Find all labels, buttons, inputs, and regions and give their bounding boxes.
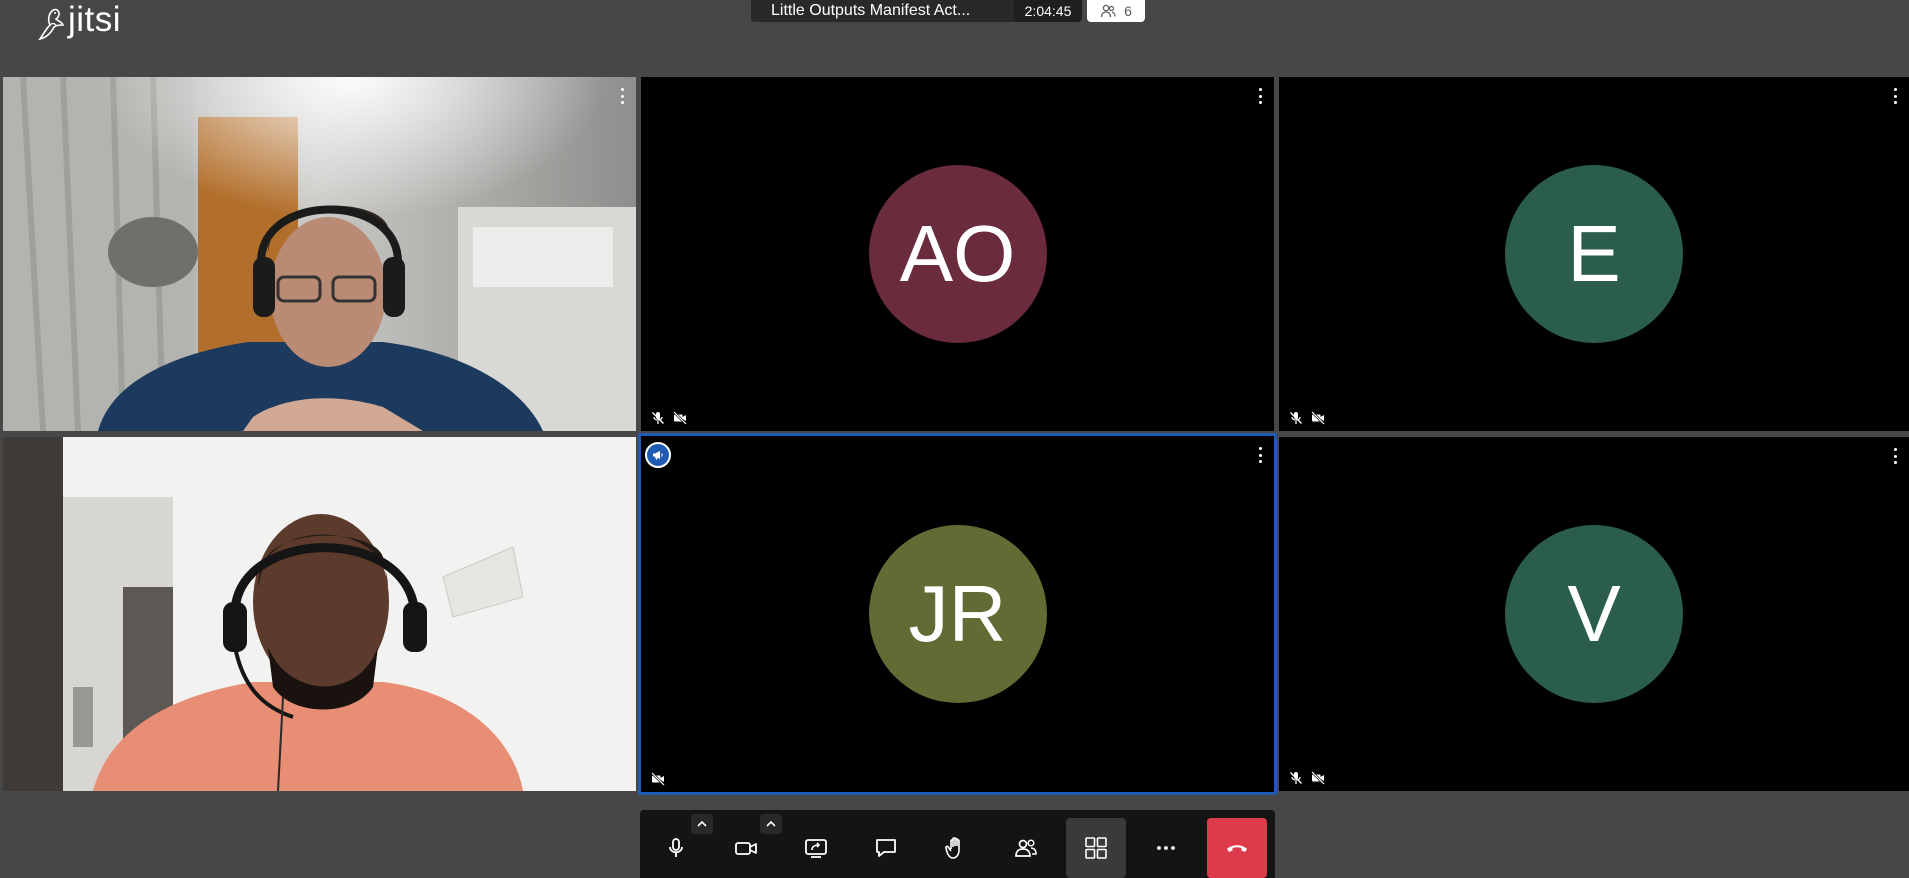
avatar: E: [1505, 165, 1683, 343]
participants-count-badge[interactable]: 6: [1087, 0, 1145, 22]
camera-muted-icon: [651, 772, 665, 786]
conference-toolbar: [640, 810, 1275, 878]
tile-1-menu-button[interactable]: [616, 87, 628, 105]
logo-wordmark: jitsi: [68, 0, 122, 39]
megaphone-icon: [653, 451, 663, 460]
tile-6-status-icons: [1289, 771, 1325, 785]
participants-count: 6: [1124, 3, 1132, 19]
mic-muted-icon: [1290, 412, 1302, 424]
tile-2-menu-button[interactable]: [1254, 87, 1266, 105]
meeting-subject: Little Outputs Manifest Act...: [751, 0, 1014, 22]
participant-tile-1[interactable]: [3, 77, 636, 431]
participant-tile-2[interactable]: AO: [641, 77, 1274, 431]
tile-6-menu-button[interactable]: [1889, 447, 1901, 465]
hangup-icon: [1227, 845, 1247, 852]
avatar: AO: [868, 165, 1047, 343]
avatar: JR: [868, 525, 1047, 703]
tile-2-status-icons: [651, 411, 687, 425]
dominant-speaker-badge: [645, 442, 671, 468]
participant-video-4: [3, 437, 636, 791]
share-screen-button[interactable]: [786, 818, 846, 878]
conference-subject-bar: Little Outputs Manifest Act... 2:04:45 6: [751, 0, 1145, 22]
leave-meeting-button[interactable]: [1207, 818, 1267, 878]
share-screen-icon: [805, 839, 827, 858]
camera-muted-icon: [1311, 411, 1325, 425]
participants-icon: [1100, 4, 1116, 18]
avatar: V: [1505, 525, 1683, 703]
tile-3-menu-button[interactable]: [1889, 87, 1901, 105]
participant-tile-3[interactable]: E: [1279, 77, 1909, 431]
hand-icon: [945, 837, 960, 859]
chat-button[interactable]: [856, 818, 916, 878]
participant-video-1: [3, 77, 636, 431]
more-actions-button[interactable]: [1136, 818, 1196, 878]
tile-3-status-icons: [1289, 411, 1325, 425]
mic-muted-icon: [1290, 772, 1302, 784]
mic-muted-icon: [652, 412, 664, 424]
meeting-timer: 2:04:45: [1014, 0, 1082, 22]
participants-icon: [1015, 839, 1037, 857]
tile-5-menu-button[interactable]: [1254, 446, 1266, 464]
microphone-icon: [669, 838, 683, 857]
microphone-button[interactable]: [646, 818, 706, 878]
grid-icon: [1085, 837, 1107, 859]
camera-icon: [735, 842, 757, 855]
camera-muted-icon: [1311, 771, 1325, 785]
more-icon: [1157, 846, 1175, 850]
camera-muted-icon: [673, 411, 687, 425]
participant-tile-6[interactable]: V: [1279, 437, 1909, 791]
tile-5-status-icons: [651, 772, 665, 786]
tile-view-button[interactable]: [1066, 818, 1126, 878]
participant-tile-4[interactable]: [3, 437, 636, 791]
camera-button[interactable]: [716, 818, 776, 878]
raise-hand-button[interactable]: [926, 818, 986, 878]
participants-button[interactable]: [996, 818, 1056, 878]
participant-tile-5[interactable]: JR: [638, 433, 1277, 795]
chat-icon: [876, 839, 896, 857]
jitsi-bird-icon: [38, 8, 65, 41]
jitsi-logo[interactable]: jitsi: [36, 0, 121, 46]
